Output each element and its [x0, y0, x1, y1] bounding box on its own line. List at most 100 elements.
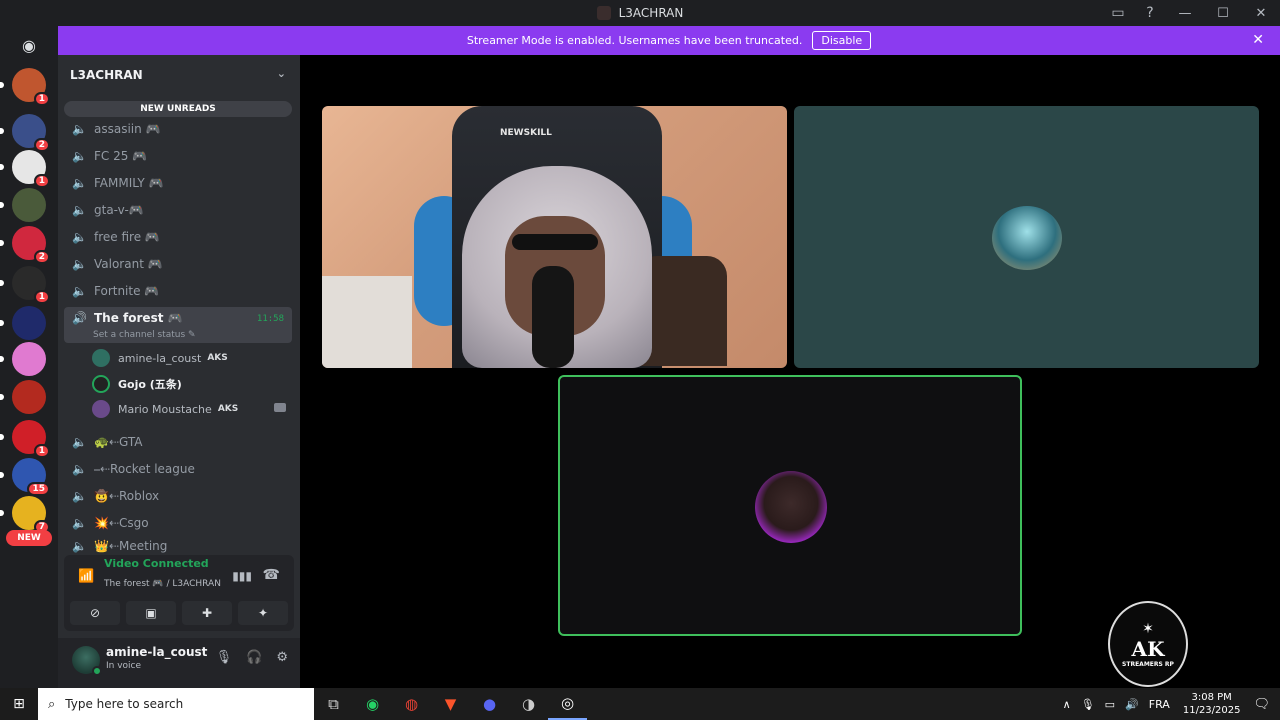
chevron-up-icon[interactable]: ∧: [1063, 698, 1071, 711]
unread-badge: 15: [27, 482, 50, 496]
microphone-icon[interactable]: 🎙: [216, 650, 233, 665]
video-tile-camera[interactable]: NEWSKILL: [322, 106, 787, 368]
window-title: L3ACHRAN: [618, 6, 684, 20]
voice-channel[interactable]: 🔈 Valorant 🎮: [64, 251, 292, 277]
chair-logo-text: NEWSKILL: [500, 128, 552, 138]
voice-channel[interactable]: 🔈 Fortnite 🎮: [64, 278, 292, 304]
avatar: [992, 206, 1062, 270]
server-icon[interactable]: 1: [0, 420, 50, 458]
disable-streamer-mode-button[interactable]: Disable: [812, 31, 872, 50]
system-tray: ∧ 🎙 ▭ 🔊 FRA 3:08 PM 11/23/2025 🗨: [1058, 688, 1280, 720]
speaker-icon: 🔈: [72, 176, 87, 190]
voice-participant[interactable]: amine-la_coust AKS: [92, 347, 292, 369]
app-icon[interactable]: ◑: [509, 688, 548, 720]
voice-status: Video Connected: [104, 557, 209, 570]
clock-date: 11/23/2025: [1182, 705, 1241, 716]
video-tile-avatar[interactable]: [794, 106, 1259, 368]
activities-button[interactable]: ✚: [182, 601, 232, 625]
notifications-icon[interactable]: 🗨: [1253, 697, 1270, 712]
windows-start-icon[interactable]: ⊞: [0, 688, 38, 720]
task-view-icon[interactable]: ⧉: [314, 688, 353, 720]
server-icon[interactable]: [0, 380, 46, 414]
server-icon[interactable]: 2: [0, 226, 50, 264]
voice-channel[interactable]: 🔈 👑⇠Meeting: [64, 537, 292, 555]
whatsapp-icon[interactable]: ◉: [353, 688, 392, 720]
voice-channel[interactable]: 🔈 🤠⇠Roblox: [64, 483, 292, 509]
participant-name: Gojo (五条): [118, 378, 182, 391]
video-tile-speaking[interactable]: [558, 375, 1022, 636]
voice-channel[interactable]: 🔈 FC 25 🎮: [64, 143, 292, 169]
voice-channel[interactable]: 🔈 ⎯⇠Rocket league: [64, 456, 292, 482]
avatar: [92, 375, 110, 393]
channel-name: 🤠⇠Roblox: [94, 489, 160, 503]
minimize-button[interactable]: —: [1166, 0, 1204, 26]
voice-channel[interactable]: 🔈 free fire 🎮: [64, 224, 292, 250]
brave-icon[interactable]: ▼: [431, 688, 470, 720]
user-voice-status: In voice: [106, 661, 142, 671]
new-unreads-pill[interactable]: NEW UNREADS: [64, 101, 292, 117]
guild-tag: AKS: [217, 404, 239, 414]
voice-channel[interactable]: 🔈 FAMMILY 🎮: [64, 170, 292, 196]
camera-icon: [274, 403, 286, 412]
server-icon[interactable]: 1: [0, 150, 50, 188]
speaker-icon: 🔈: [72, 516, 87, 530]
online-status-dot: [92, 666, 102, 676]
new-servers-pill[interactable]: NEW: [6, 530, 52, 546]
server-icon[interactable]: 7: [0, 496, 50, 534]
server-icon[interactable]: [0, 342, 46, 376]
soundboard-button[interactable]: ✦: [238, 601, 288, 625]
active-voice-channel[interactable]: 🔊 The forest 🎮 11:58 Set a channel statu…: [64, 307, 292, 343]
volume-icon[interactable]: 🔊: [1125, 698, 1139, 711]
clock[interactable]: 3:08 PM 11/23/2025: [1183, 691, 1241, 717]
language-indicator[interactable]: FRA: [1149, 698, 1170, 711]
server-icon[interactable]: [0, 188, 46, 222]
server-icon[interactable]: 1: [0, 68, 50, 106]
participant-name: amine-la_coust: [118, 351, 202, 365]
network-icon[interactable]: ▭: [1105, 698, 1115, 711]
noise-suppression-icon[interactable]: ▮▮▮: [232, 569, 252, 583]
voice-channel[interactable]: 🔈 🐢⇠GTA: [64, 429, 292, 455]
chevron-down-icon: ⌄: [276, 67, 286, 80]
inbox-icon[interactable]: ▭: [1102, 0, 1134, 26]
channel-name: 🐢⇠GTA: [94, 435, 143, 449]
screen-share-button[interactable]: ▣: [126, 601, 176, 625]
speaker-icon: 🔈: [72, 539, 87, 553]
camera-off-button[interactable]: ⊘: [70, 601, 120, 625]
voice-channel[interactable]: 🔈 💥⇠Csgo: [64, 510, 292, 536]
avatar[interactable]: [72, 646, 102, 676]
streamer-mode-message: Streamer Mode is enabled. Usernames have…: [466, 34, 803, 47]
voice-connection-panel: 📶 Video Connected The forest 🎮 / L3ACHRA…: [64, 555, 294, 631]
server-icon[interactable]: 2: [0, 114, 50, 152]
maximize-button[interactable]: ☐: [1204, 0, 1242, 26]
guild-name: L3ACHRAN: [70, 68, 143, 82]
guild-tag: AKS: [207, 353, 228, 363]
server-icon[interactable]: [0, 306, 46, 340]
speaker-icon: 🔈: [72, 462, 87, 476]
discord-home-icon[interactable]: ◉: [14, 34, 44, 56]
guild-header[interactable]: L3ACHRAN ⌄: [58, 55, 300, 95]
headphones-icon[interactable]: 🎧: [246, 650, 262, 665]
close-banner-icon[interactable]: ✕: [1252, 32, 1264, 48]
username[interactable]: amine-la_coust: [106, 645, 207, 659]
discord-app-icon[interactable]: ●: [470, 688, 509, 720]
channel-name: ⎯⇠Rocket league: [94, 461, 195, 476]
disconnect-icon[interactable]: ☎: [263, 567, 280, 583]
server-icon[interactable]: 1: [0, 266, 50, 304]
close-window-button[interactable]: ✕: [1242, 0, 1280, 26]
chrome-icon[interactable]: ◍: [392, 688, 431, 720]
channel-status-link[interactable]: Set a channel status ✎: [93, 330, 196, 340]
gear-icon[interactable]: ⚙: [276, 650, 288, 665]
microphone-tray-icon[interactable]: 🎙: [1081, 698, 1095, 711]
search-icon: ⌕: [48, 696, 56, 712]
help-icon[interactable]: ?: [1134, 0, 1166, 26]
connection-signal-icon[interactable]: 📶: [78, 569, 94, 584]
obs-icon[interactable]: ◎: [548, 688, 587, 720]
taskbar-search[interactable]: ⌕ Type here to search: [38, 688, 314, 720]
avatar: [92, 349, 110, 367]
voice-channel[interactable]: 🔈 assasiin 🎮: [64, 116, 292, 142]
voice-channel-link[interactable]: The forest 🎮 / L3ACHRAN: [104, 579, 221, 589]
voice-channel[interactable]: 🔈 gta-v-🎮: [64, 197, 292, 223]
voice-participant[interactable]: Mario Moustache AKS: [92, 398, 292, 420]
voice-participant[interactable]: Gojo (五条): [92, 373, 292, 395]
server-icon[interactable]: 15: [0, 458, 50, 496]
